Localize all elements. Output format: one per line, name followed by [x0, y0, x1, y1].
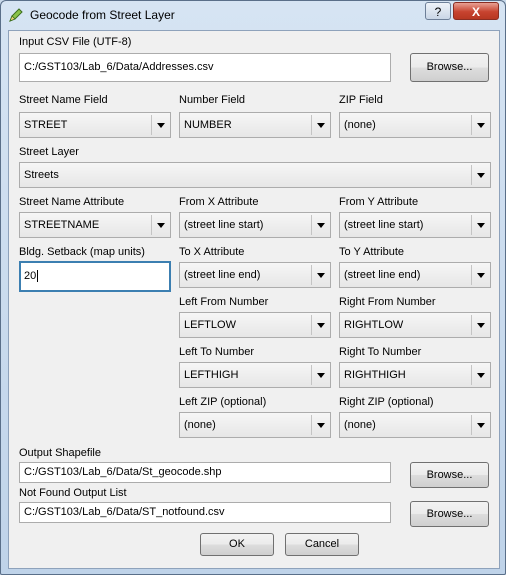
dialog-window: Geocode from Street Layer ? X Input CSV …	[0, 0, 506, 575]
setback-value: 20	[24, 270, 37, 282]
to-y-attribute-combo[interactable]: (street line end)	[339, 262, 491, 288]
from-y-attribute-combo[interactable]: (street line start)	[339, 212, 491, 238]
input-csv-browse-button[interactable]: Browse...	[410, 53, 489, 82]
right-from-number-combo[interactable]: RIGHTLOW	[339, 312, 491, 338]
text-caret	[37, 270, 39, 283]
app-icon	[9, 8, 23, 22]
number-field-label: Number Field	[179, 94, 246, 106]
from-y-attribute-label: From Y Attribute	[339, 196, 419, 208]
street-name-attribute-combo[interactable]: STREETNAME	[19, 212, 171, 238]
from-x-attribute-label: From X Attribute	[179, 196, 259, 208]
input-csv-label: Input CSV File (UTF-8)	[19, 36, 132, 48]
chevron-down-icon	[477, 123, 485, 128]
from-x-attribute-combo[interactable]: (street line start)	[179, 212, 331, 238]
right-from-number-value: RIGHTLOW	[344, 319, 404, 331]
input-csv-field[interactable]: C:/GST103/Lab_6/Data/Addresses.csv	[19, 53, 391, 82]
zip-field-value: (none)	[344, 119, 376, 131]
not-found-list-label: Not Found Output List	[19, 487, 127, 499]
left-from-number-combo[interactable]: LEFTLOW	[179, 312, 331, 338]
chevron-down-icon	[317, 373, 325, 378]
right-zip-label: Right ZIP (optional)	[339, 396, 434, 408]
left-zip-label: Left ZIP (optional)	[179, 396, 267, 408]
chevron-down-icon	[477, 223, 485, 228]
cancel-button[interactable]: Cancel	[285, 533, 359, 556]
chevron-down-icon	[317, 423, 325, 428]
output-shapefile-field[interactable]: C:/GST103/Lab_6/Data/St_geocode.shp	[19, 462, 391, 483]
chevron-down-icon	[317, 223, 325, 228]
zip-field-combo[interactable]: (none)	[339, 112, 491, 138]
title-bar[interactable]: Geocode from Street Layer ? X	[1, 1, 505, 29]
number-field-value: NUMBER	[184, 119, 232, 131]
to-x-attribute-combo[interactable]: (street line end)	[179, 262, 331, 288]
street-layer-combo[interactable]: Streets	[19, 162, 491, 188]
chevron-down-icon	[157, 123, 165, 128]
street-name-attribute-value: STREETNAME	[24, 219, 100, 231]
chevron-down-icon	[477, 273, 485, 278]
from-y-attribute-value: (street line start)	[344, 219, 424, 231]
to-y-attribute-label: To Y Attribute	[339, 246, 405, 258]
not-found-list-field[interactable]: C:/GST103/Lab_6/Data/ST_notfound.csv	[19, 502, 391, 523]
street-name-field-value: STREET	[24, 119, 68, 131]
to-x-attribute-label: To X Attribute	[179, 246, 245, 258]
setback-input[interactable]: 20	[19, 261, 171, 292]
zip-field-label: ZIP Field	[339, 94, 383, 106]
chevron-down-icon	[317, 273, 325, 278]
left-to-number-value: LEFTHIGH	[184, 369, 239, 381]
street-layer-value: Streets	[24, 169, 59, 181]
help-button[interactable]: ?	[425, 2, 451, 20]
left-from-number-label: Left From Number	[179, 296, 269, 308]
dialog-body: Input CSV File (UTF-8) C:/GST103/Lab_6/D…	[8, 30, 500, 569]
from-x-attribute-value: (street line start)	[184, 219, 264, 231]
street-name-field-label: Street Name Field	[19, 94, 108, 106]
output-shapefile-browse-button[interactable]: Browse...	[410, 462, 489, 488]
left-zip-combo[interactable]: (none)	[179, 412, 331, 438]
left-zip-value: (none)	[184, 419, 216, 431]
chevron-down-icon	[477, 173, 485, 178]
ok-button[interactable]: OK	[200, 533, 274, 556]
to-y-attribute-value: (street line end)	[344, 269, 421, 281]
chevron-down-icon	[317, 123, 325, 128]
right-to-number-label: Right To Number	[339, 346, 422, 358]
right-from-number-label: Right From Number	[339, 296, 436, 308]
number-field-combo[interactable]: NUMBER	[179, 112, 331, 138]
street-name-attribute-label: Street Name Attribute	[19, 196, 125, 208]
to-x-attribute-value: (street line end)	[184, 269, 261, 281]
left-from-number-value: LEFTLOW	[184, 319, 236, 331]
chevron-down-icon	[477, 423, 485, 428]
chevron-down-icon	[477, 373, 485, 378]
left-to-number-combo[interactable]: LEFTHIGH	[179, 362, 331, 388]
street-name-field-combo[interactable]: STREET	[19, 112, 171, 138]
right-to-number-combo[interactable]: RIGHTHIGH	[339, 362, 491, 388]
close-button[interactable]: X	[453, 2, 499, 20]
street-layer-label: Street Layer	[19, 146, 79, 158]
chevron-down-icon	[157, 223, 165, 228]
chevron-down-icon	[317, 323, 325, 328]
right-to-number-value: RIGHTHIGH	[344, 369, 406, 381]
output-shapefile-label: Output Shapefile	[19, 447, 101, 459]
not-found-list-browse-button[interactable]: Browse...	[410, 501, 489, 527]
right-zip-combo[interactable]: (none)	[339, 412, 491, 438]
left-to-number-label: Left To Number	[179, 346, 255, 358]
right-zip-value: (none)	[344, 419, 376, 431]
chevron-down-icon	[477, 323, 485, 328]
setback-label: Bldg. Setback (map units)	[19, 246, 145, 258]
window-title: Geocode from Street Layer	[30, 8, 175, 22]
